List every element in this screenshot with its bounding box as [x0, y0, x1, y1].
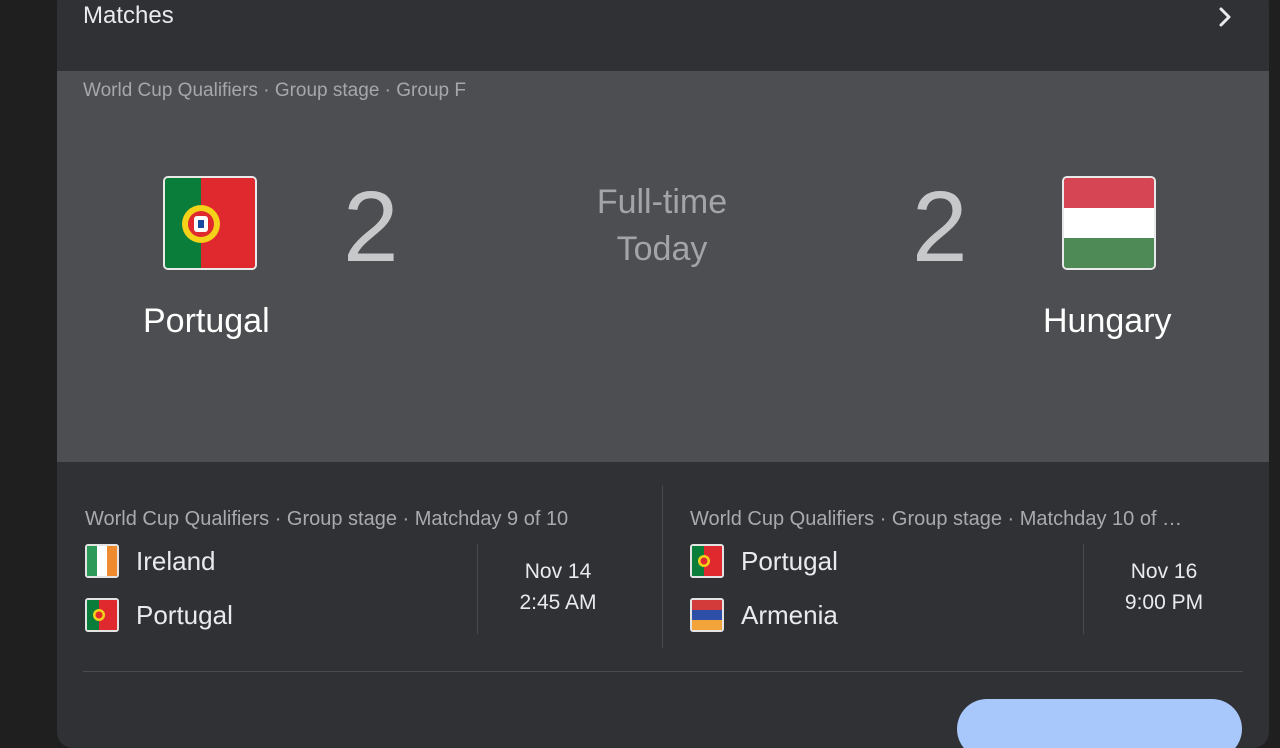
upcoming-team-row: Ireland — [85, 544, 465, 580]
matches-title: Matches — [83, 2, 174, 29]
match-status-label: Full-time — [596, 183, 728, 221]
follow-button[interactable] — [957, 699, 1242, 748]
matches-card: Matches World Cup Qualifiers · Group sta… — [57, 0, 1269, 748]
portugal-flag-icon — [690, 544, 724, 578]
upcoming-time: 9:00 PM — [1124, 591, 1204, 614]
upcoming-datetime: Nov 16 9:00 PM — [1094, 556, 1234, 618]
home-team-score: 2 — [343, 171, 399, 283]
upcoming-team-name: Portugal — [136, 600, 233, 630]
portugal-flag-icon — [85, 598, 119, 632]
upcoming-time: 2:45 AM — [519, 591, 597, 614]
featured-match[interactable]: World Cup Qualifiers · Group stage · Gro… — [57, 71, 1269, 462]
upcoming-datetime: Nov 14 2:45 AM — [488, 556, 628, 618]
card-footer-divider — [83, 671, 1243, 672]
armenia-flag-icon — [690, 598, 724, 632]
upcoming-divider — [477, 544, 478, 634]
upcoming-column-divider — [662, 486, 663, 648]
upcoming-team-row: Portugal — [85, 598, 465, 634]
upcoming-date: Nov 16 — [1130, 560, 1198, 583]
away-team-score: 2 — [912, 171, 968, 283]
upcoming-date: Nov 14 — [524, 560, 592, 583]
home-team-name[interactable]: Portugal — [143, 301, 270, 341]
upcoming-divider — [1083, 544, 1084, 634]
match-date-label: Today — [616, 230, 708, 268]
portugal-flag-icon — [163, 176, 257, 270]
chevron-right-icon[interactable] — [1215, 6, 1235, 28]
hungary-flag-icon — [1062, 176, 1156, 270]
upcoming-match-competition: World Cup Qualifiers · Group stage · Mat… — [690, 508, 1183, 530]
ireland-flag-icon — [85, 544, 119, 578]
upcoming-team-name: Armenia — [741, 600, 838, 630]
upcoming-team-name: Ireland — [136, 546, 216, 576]
upcoming-team-name: Portugal — [741, 546, 838, 576]
upcoming-team-row: Portugal — [690, 544, 1070, 580]
upcoming-match-1[interactable]: World Cup Qualifiers · Group stage · Mat… — [85, 490, 655, 640]
match-status: Full-time Today — [537, 179, 787, 273]
upcoming-match-competition: World Cup Qualifiers · Group stage · Mat… — [85, 508, 569, 530]
featured-match-competition: World Cup Qualifiers · Group stage · Gro… — [83, 80, 466, 101]
matches-header[interactable]: Matches — [57, 0, 1269, 58]
upcoming-match-2[interactable]: World Cup Qualifiers · Group stage · Mat… — [690, 490, 1260, 640]
away-team-name[interactable]: Hungary — [1043, 301, 1172, 341]
upcoming-team-row: Armenia — [690, 598, 1070, 634]
